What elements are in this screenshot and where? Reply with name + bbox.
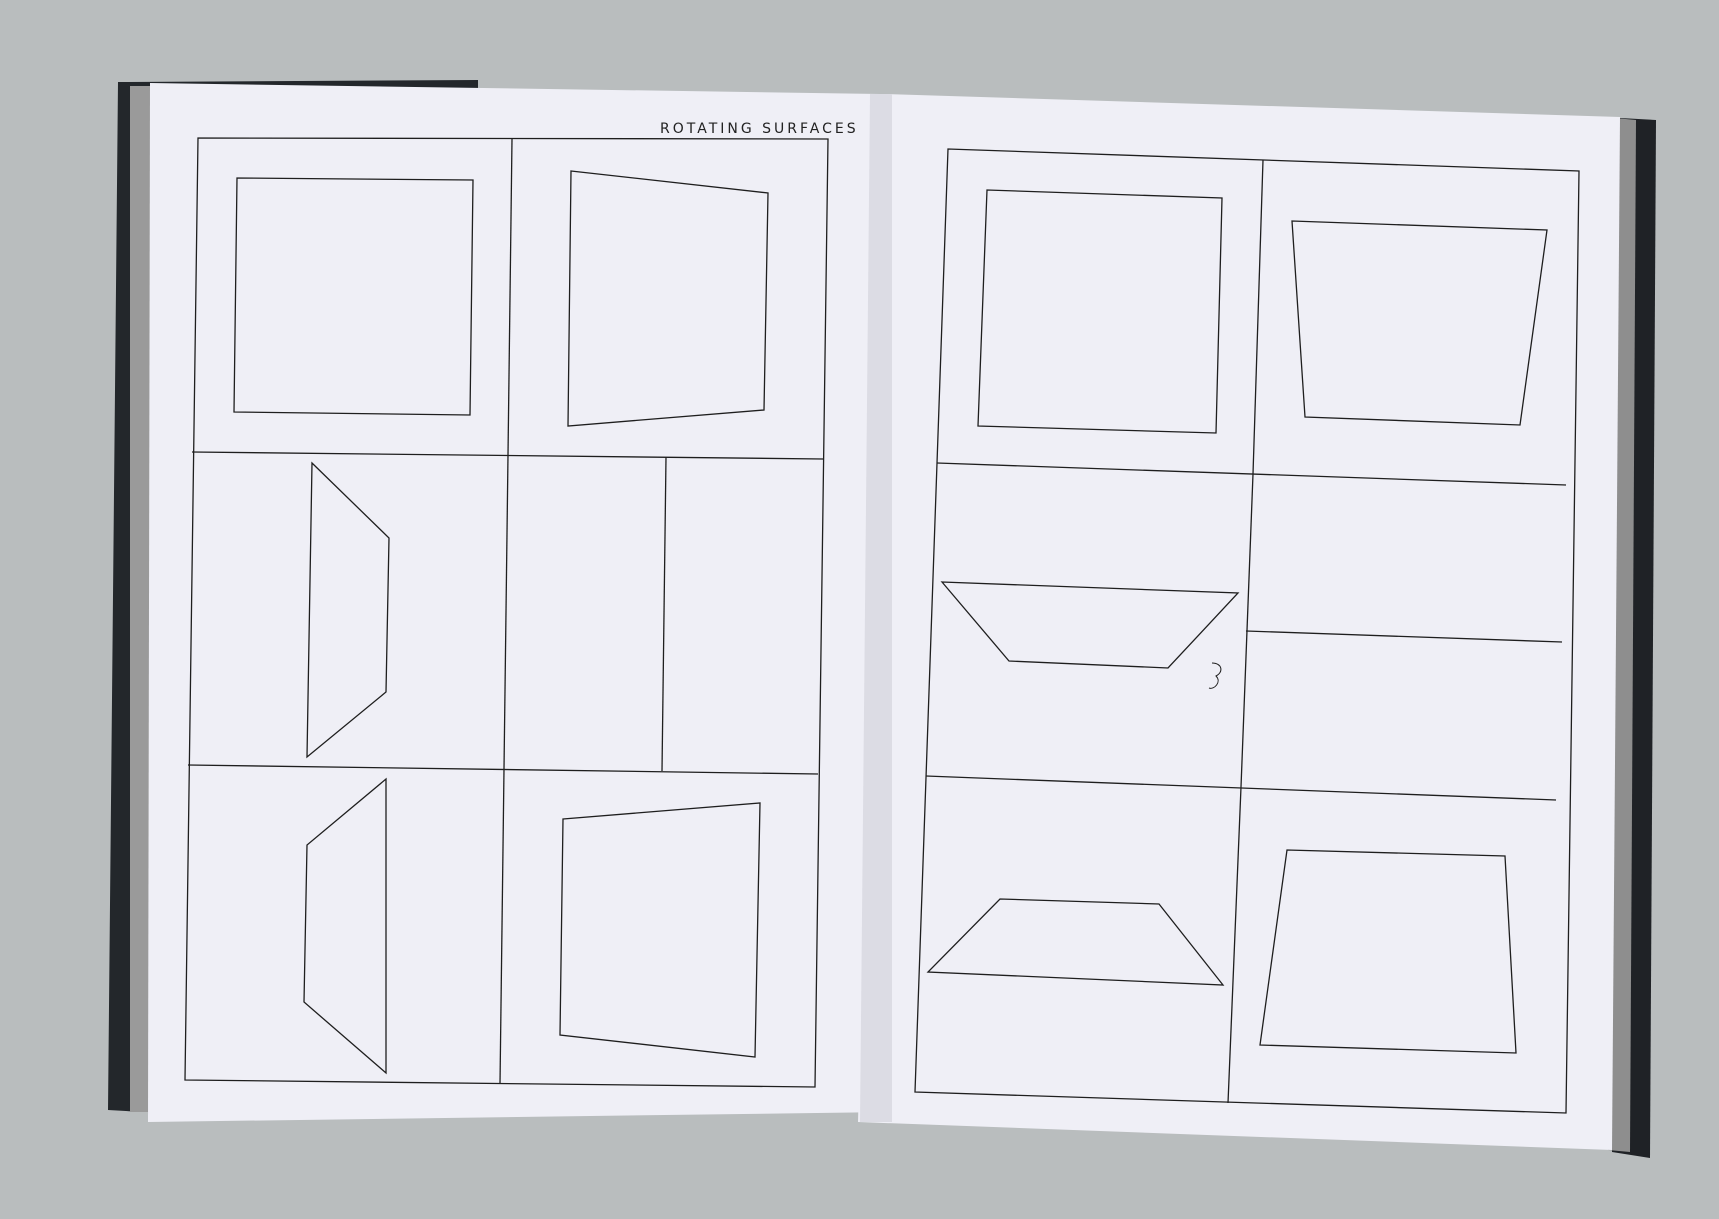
book-spread: ROTATING SURFACES	[0, 0, 1719, 1219]
right-page	[858, 94, 1620, 1150]
left-page-stack	[130, 86, 150, 1112]
left-page	[148, 83, 890, 1122]
running-header: ROTATING SURFACES	[660, 121, 859, 137]
